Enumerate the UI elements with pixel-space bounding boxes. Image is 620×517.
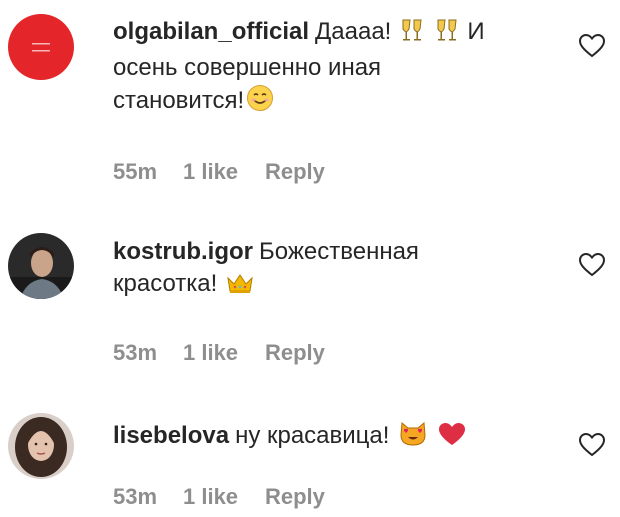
comment-meta: 53m 1 like Reply [113, 340, 325, 366]
comment-time: 53m [113, 340, 158, 365]
crown-icon [226, 271, 254, 304]
reply-button[interactable]: Reply [265, 159, 325, 185]
comment-meta: 55m 1 like Reply [113, 159, 325, 185]
reply-button[interactable]: Reply [265, 340, 325, 366]
like-heart-icon[interactable] [578, 432, 606, 458]
smiling-face-icon [246, 84, 274, 121]
clinking-glasses-icon [435, 17, 461, 52]
likes-count[interactable]: 1 like [183, 159, 265, 185]
username[interactable]: kostrub.igor [113, 238, 253, 265]
comment-body-line1: Божественная [259, 238, 419, 265]
comment-text: kostrub.igor Божественная красотка! [113, 236, 553, 304]
avatar[interactable] [8, 413, 74, 479]
likes-count[interactable]: 1 like [183, 340, 265, 366]
reply-button[interactable]: Reply [265, 484, 325, 510]
clinking-glasses-icon [400, 17, 426, 52]
username[interactable]: lisebelova [113, 422, 229, 449]
comment-body-line2: осень совершенно иная [113, 54, 382, 81]
avatar[interactable] [8, 233, 74, 299]
comment-body-line1: ну красавица! [235, 422, 390, 449]
comment-body-line3: становится! [113, 87, 245, 114]
comment-time: 53m [113, 484, 158, 509]
like-heart-icon[interactable] [578, 33, 606, 59]
comment-meta: 53m 1 like Reply [113, 484, 325, 510]
red-heart-icon [437, 421, 467, 456]
comment-body-line2: красотка! [113, 270, 218, 297]
comment-body-line1: Дaaaa! [315, 18, 392, 45]
likes-count[interactable]: 1 like [183, 484, 265, 510]
comment-text: lisebelova ну красавица! [113, 419, 553, 456]
heart-eyes-cat-icon [398, 419, 428, 456]
comment-body-line1-after: И [467, 18, 485, 45]
comment-text: olgabilan_official Дaaaa! И осень соверш… [113, 16, 553, 121]
username[interactable]: olgabilan_official [113, 18, 309, 45]
comment-time: 55m [113, 159, 158, 184]
like-heart-icon[interactable] [578, 252, 606, 278]
avatar[interactable] [8, 14, 74, 80]
